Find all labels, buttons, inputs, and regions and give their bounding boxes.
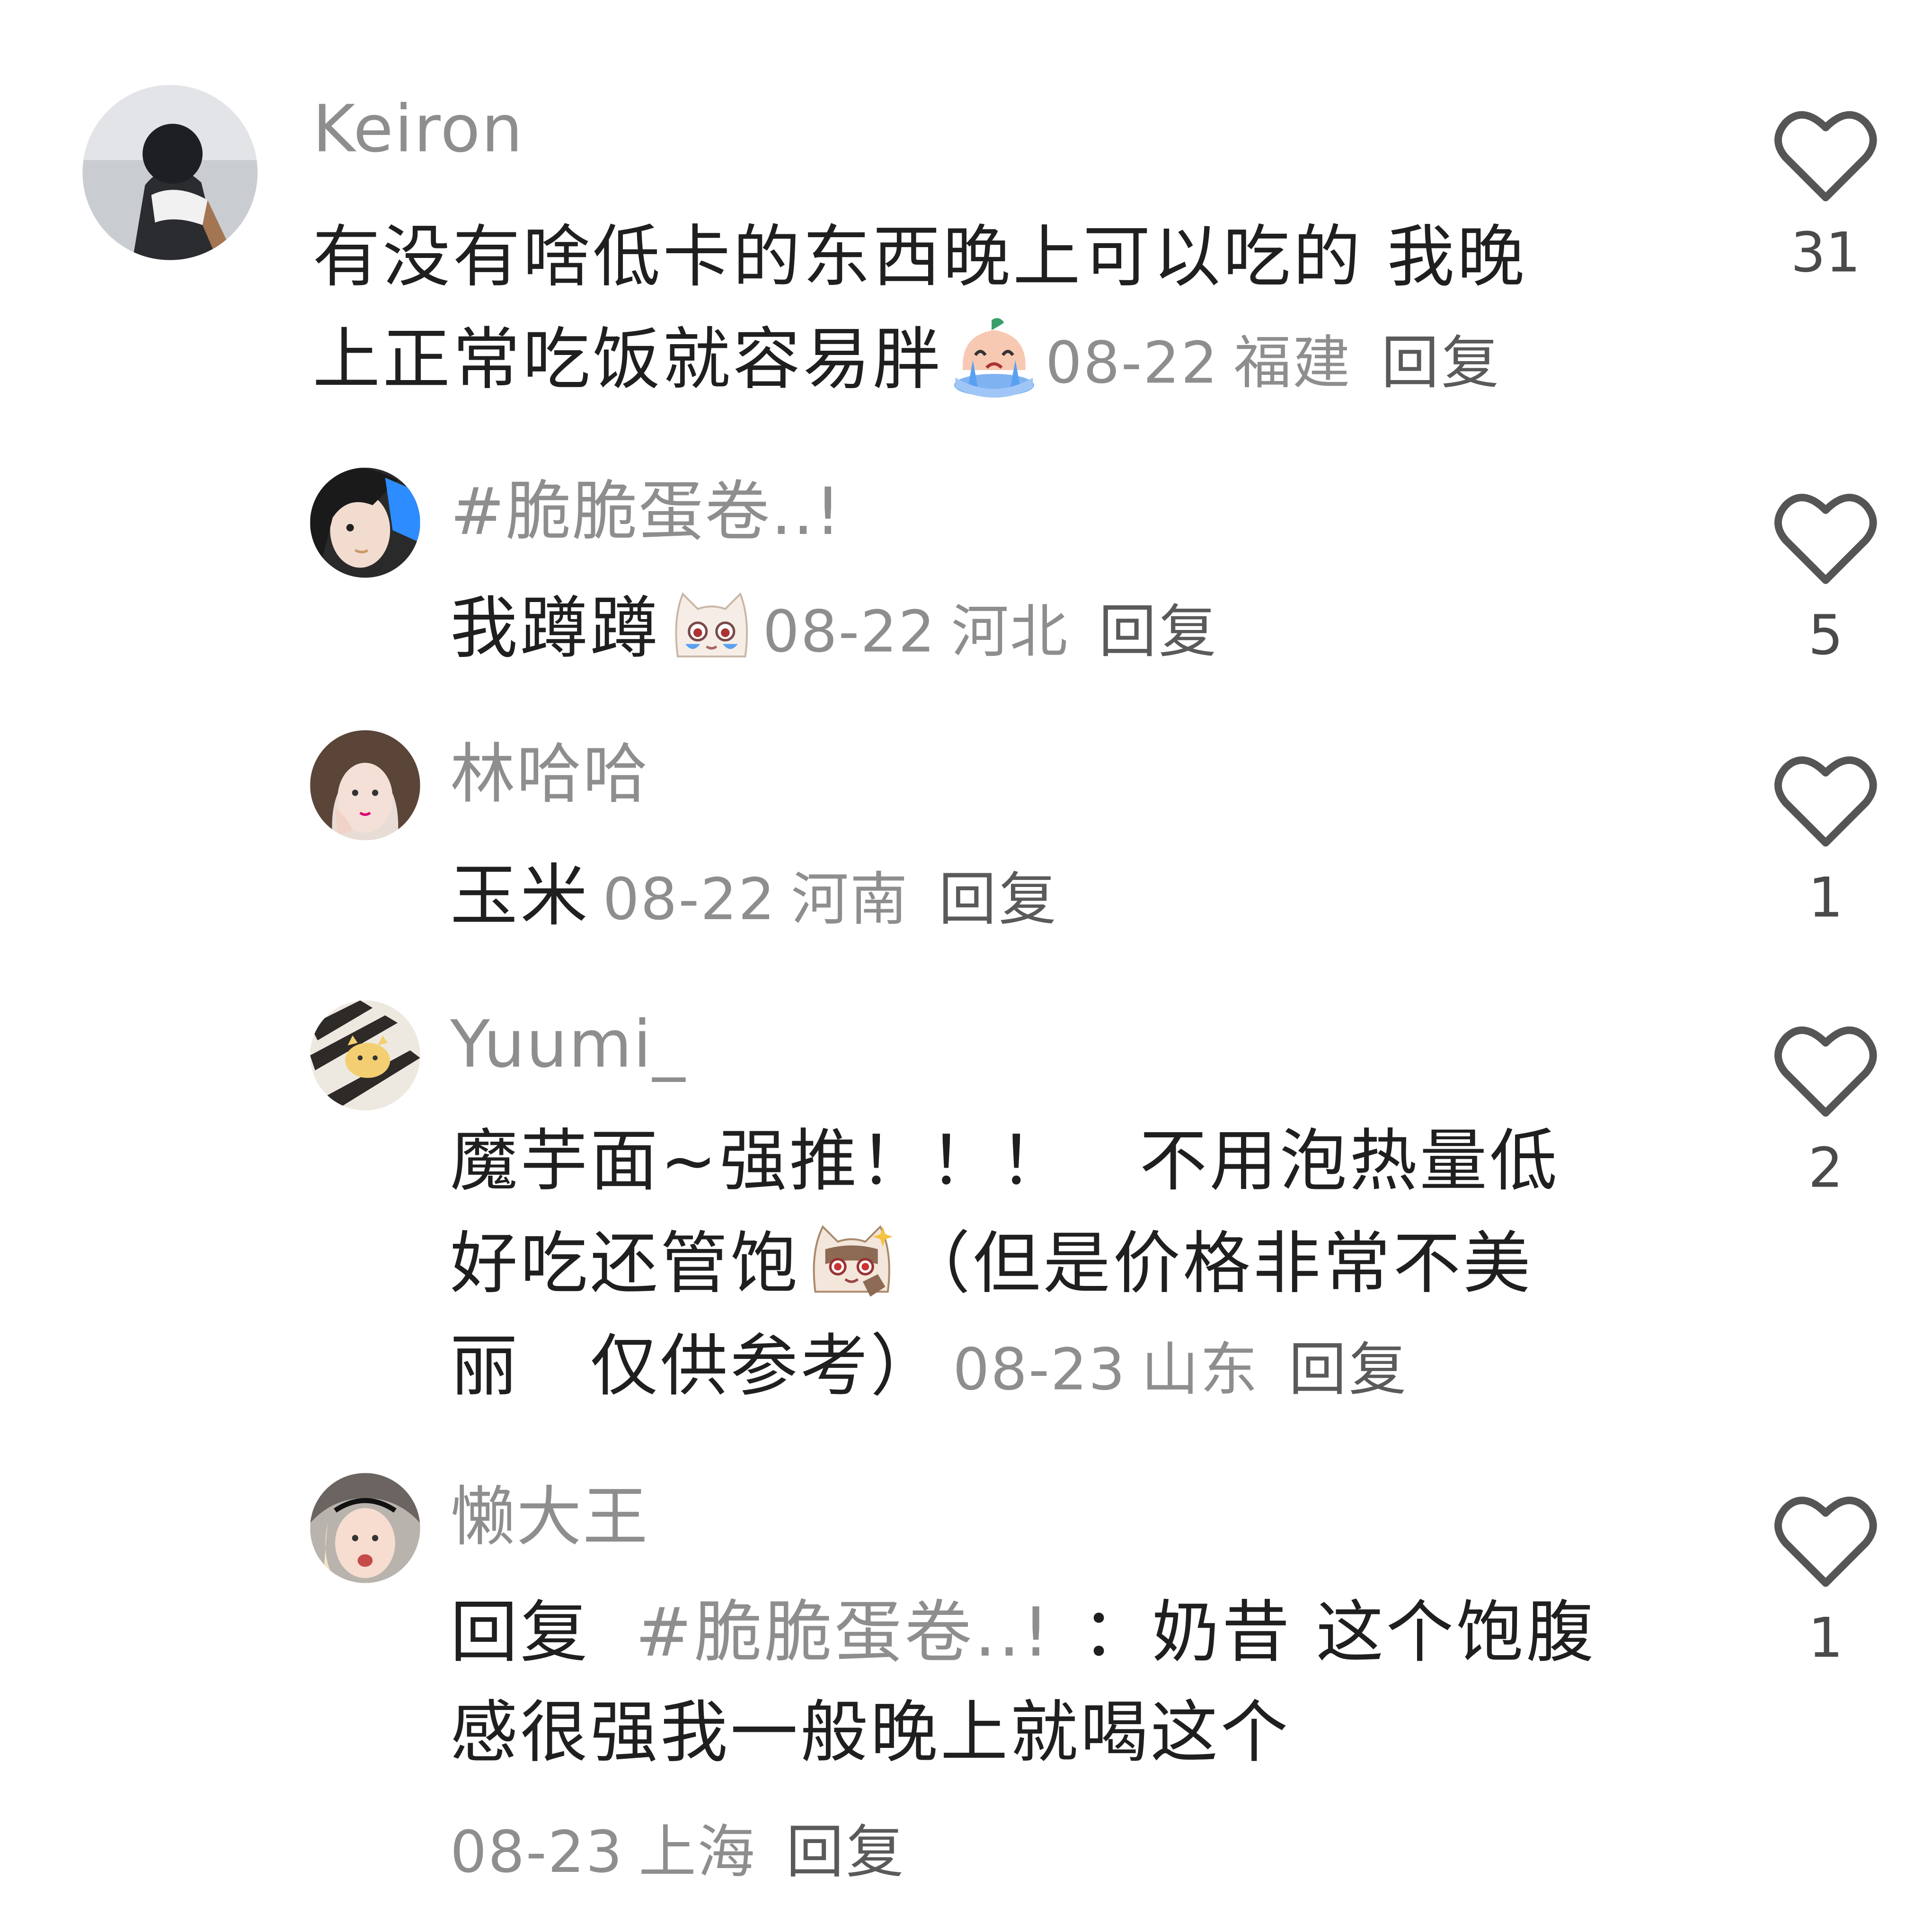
username[interactable]: 林哈哈	[450, 738, 649, 813]
comment-text-line: 丽 仅供参考）	[450, 1327, 940, 1406]
like-button[interactable]: 2	[1773, 1023, 1878, 1200]
comment-text: 回复 #脆脆蛋卷..! ：奶昔 这个饱腹 感很强我一般晚上就喝这个 08-23 上海回…	[450, 1583, 1596, 1921]
like-button[interactable]: 1	[1773, 753, 1878, 930]
avatar-image	[310, 1000, 420, 1111]
comment-text-line: 我蹲蹲	[450, 589, 660, 668]
username[interactable]: Keiron	[313, 93, 524, 168]
avatar[interactable]	[310, 468, 420, 578]
comment-location: 河南	[791, 865, 909, 933]
crying-peach-emoji	[950, 313, 1038, 400]
heart-icon	[1774, 111, 1877, 202]
comment-text-line: （但是价格非常不美	[903, 1224, 1533, 1303]
avatar[interactable]	[82, 85, 258, 260]
mention-link[interactable]: #脆脆蛋卷..!	[635, 1593, 1052, 1672]
comment-location: 河北	[951, 597, 1069, 665]
avatar-image	[310, 730, 420, 841]
comment-text-line: 奶昔 这个饱腹	[1152, 1593, 1596, 1672]
like-count: 5	[1808, 604, 1843, 668]
comment-location: 福建	[1233, 328, 1352, 397]
reply-colon: ：	[1081, 1593, 1152, 1672]
comment-text-line: 上正常吃饭就容易胖	[312, 320, 943, 399]
comment-text-line: 感很强我一般晚上就喝这个	[450, 1693, 1291, 1772]
comment-text: 魔芋面~强推！！！ 不用泡热量低 好吃还管饱 （但是价格非常不美 丽 仅供参考） 0…	[450, 1110, 1560, 1420]
comment-date: 08-22	[603, 865, 776, 933]
heart-icon	[1774, 1497, 1877, 1587]
comment-date: 08-22	[762, 597, 936, 665]
comment-date: 08-23	[450, 1818, 624, 1886]
username[interactable]: Yuumi_	[450, 1008, 686, 1083]
avatar-image	[310, 468, 420, 578]
comment-location: 上海	[638, 1818, 756, 1886]
heart-icon	[1774, 756, 1877, 847]
avatar[interactable]	[310, 1000, 420, 1111]
crying-cat-emoji	[668, 582, 755, 669]
comment-text-line: 玉米	[450, 856, 591, 936]
comment-section: Keiron 有没有啥低卡的东西晚上可以吃的 我晚 上正常吃饭就容易胖 08-22…	[0, 0, 1932, 1932]
reply-button[interactable]: 回复	[786, 1818, 906, 1886]
username[interactable]: 懒大王	[450, 1480, 649, 1556]
like-count: 1	[1808, 1606, 1843, 1671]
heart-icon	[1774, 494, 1877, 584]
comment-date: 08-22	[1045, 328, 1219, 397]
like-button[interactable]: 31	[1773, 107, 1878, 285]
avatar[interactable]	[310, 730, 420, 841]
heart-icon	[1774, 1026, 1877, 1117]
reply-button[interactable]: 回复	[1289, 1336, 1409, 1403]
username[interactable]: #脆脆蛋卷..!	[450, 475, 842, 550]
avatar-image	[310, 1473, 420, 1583]
comment-text-line: 有没有啥低卡的东西晚上可以吃的 我晚	[312, 217, 1527, 297]
avatar[interactable]	[310, 1473, 420, 1583]
comment-location: 山东	[1141, 1335, 1259, 1403]
comment-list: Keiron 有没有啥低卡的东西晚上可以吃的 我晚 上正常吃饭就容易胖 08-22…	[0, 0, 1932, 1932]
reply-button[interactable]: 回复	[939, 865, 1059, 933]
reply-button[interactable]: 回复	[1382, 329, 1502, 397]
like-button[interactable]: 1	[1773, 1493, 1878, 1671]
like-count: 1	[1808, 866, 1843, 931]
like-count: 31	[1790, 221, 1861, 285]
like-button[interactable]: 5	[1773, 490, 1878, 668]
like-count: 2	[1808, 1136, 1843, 1201]
comment-date: 08-23	[953, 1335, 1126, 1403]
thumbs-up-cat-emoji	[808, 1217, 895, 1304]
comment-text-line: 魔芋面~强推！！！ 不用泡热量低	[450, 1121, 1560, 1201]
comment-text: 玉米 08-22 河南 回复	[450, 845, 1059, 950]
reply-prefix: 回复	[450, 1593, 591, 1672]
avatar-image	[82, 85, 258, 260]
comment-text: 我蹲蹲 08-22 河北 回复	[450, 578, 1219, 683]
comment-text: 有没有啥低卡的东西晚上可以吃的 我晚 上正常吃饭就容易胖 08-22 福建 回复	[313, 206, 1527, 414]
reply-button[interactable]: 回复	[1099, 598, 1219, 665]
comment-text-line: 好吃还管饱	[450, 1224, 800, 1303]
